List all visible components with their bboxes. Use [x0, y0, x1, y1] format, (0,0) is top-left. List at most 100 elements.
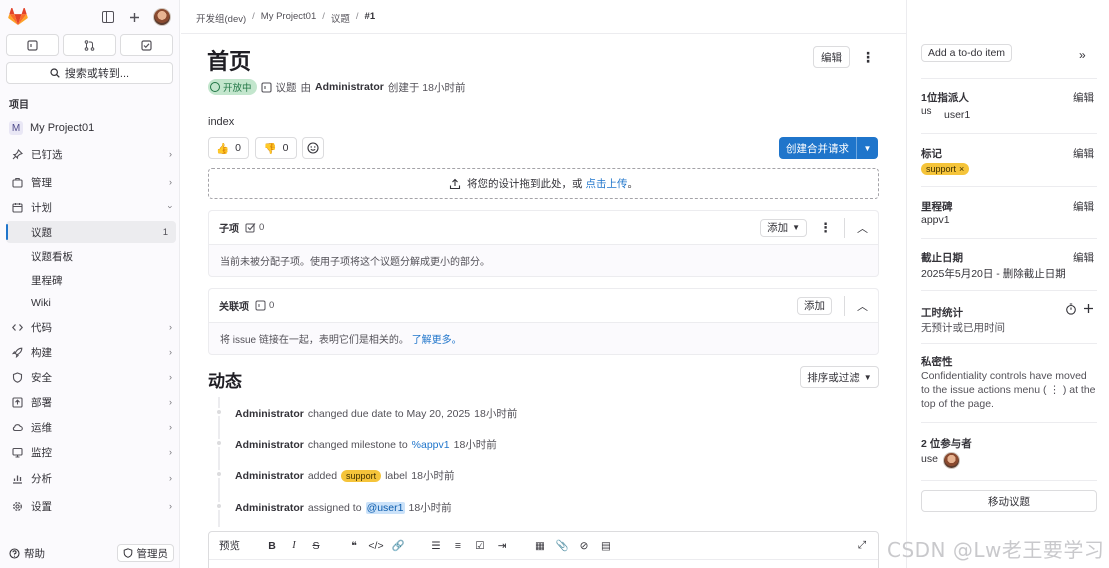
issues-count-badge: 1	[162, 226, 168, 238]
participant-text[interactable]: use	[921, 453, 938, 465]
sidebar-search-button[interactable]: 搜索或转到...	[6, 62, 173, 84]
breadcrumb-issues[interactable]: 议题	[331, 11, 350, 25]
sidebar-item-issues[interactable]: 议题 1	[6, 221, 176, 243]
sidebar-item-pinned[interactable]: 已钉选 ›	[6, 143, 176, 165]
toggle-sidebar-icon[interactable]	[101, 10, 115, 24]
breadcrumb-project[interactable]: My Project01	[261, 11, 316, 25]
sidebar-item-security[interactable]: 安全 ›	[6, 366, 176, 388]
thumbs-up-button[interactable]: 👍 0	[208, 137, 249, 159]
chevron-right-icon: ›	[169, 473, 172, 483]
label-badge[interactable]: support ×	[921, 163, 970, 175]
add-linked-item-button[interactable]: 添加	[797, 296, 832, 315]
participant-avatar[interactable]	[943, 452, 960, 469]
create-merge-request-button[interactable]: 创建合并请求	[779, 137, 856, 159]
briefcase-icon	[10, 177, 24, 188]
issue-author[interactable]: Administrator	[315, 81, 384, 93]
merge-requests-count-button[interactable]	[63, 34, 116, 56]
sidebar-item-settings[interactable]: 设置 ›	[6, 495, 176, 517]
breadcrumb-current[interactable]: #1	[365, 11, 376, 25]
labels-edit-link[interactable]: 编辑	[1073, 146, 1094, 161]
sidebar-project[interactable]: M My Project01	[0, 117, 179, 139]
add-time-plus-icon[interactable]	[1083, 303, 1094, 317]
help-button[interactable]: 帮助	[9, 546, 45, 561]
move-issue-button[interactable]: 移动议题	[921, 490, 1097, 512]
assignee-name[interactable]: user1	[944, 109, 970, 121]
collapse-sidebar-icon[interactable]: »	[1079, 48, 1086, 62]
child-items-menu-icon[interactable]: ⋮	[819, 220, 832, 236]
todo-count-button[interactable]	[120, 34, 173, 56]
milestone-edit-link[interactable]: 编辑	[1073, 199, 1094, 214]
italic-icon[interactable]: I	[288, 540, 300, 551]
event-user[interactable]: Administrator	[235, 470, 304, 482]
sidebar-item-manage[interactable]: 管理 ›	[6, 171, 176, 193]
milestone-link[interactable]: %appv1	[412, 439, 450, 451]
linked-items-header: 关联项 0 添加 ︿	[209, 289, 878, 323]
event-user[interactable]: Administrator	[235, 408, 304, 420]
table-icon[interactable]: ▦	[534, 540, 546, 552]
task-list-icon[interactable]: ☑	[474, 540, 486, 552]
sidebar-item-label: 已钉选	[31, 148, 63, 161]
numbered-list-icon[interactable]: ≡	[452, 540, 464, 552]
sidebar-item-code[interactable]: 代码 ›	[6, 316, 176, 338]
remove-label-icon[interactable]: ×	[959, 164, 964, 174]
sidebar-item-monitor[interactable]: 监控 ›	[6, 441, 176, 463]
edit-issue-button[interactable]: 编辑	[813, 46, 850, 68]
admin-area-button[interactable]: 管理员	[116, 544, 174, 562]
sidebar-item-label: Wiki	[31, 297, 51, 309]
milestone-value[interactable]: appv1	[921, 214, 950, 226]
time-tracking-title: 工时统计	[921, 307, 963, 319]
user-avatar[interactable]	[153, 8, 171, 26]
sidebar-item-build[interactable]: 构建 ›	[6, 341, 176, 363]
label-badge[interactable]: support	[341, 469, 382, 482]
attach-file-icon[interactable]: 📎	[555, 539, 568, 552]
chevron-up-icon[interactable]: ︿	[857, 220, 868, 236]
due-date-edit-link[interactable]: 编辑	[1073, 250, 1094, 265]
add-reaction-button[interactable]	[302, 137, 324, 159]
divider	[921, 290, 1097, 291]
link-icon[interactable]: 🔗	[391, 539, 404, 552]
deploy-icon	[10, 396, 24, 408]
event-user[interactable]: Administrator	[235, 439, 304, 451]
thumbs-down-button[interactable]: 👎 0	[255, 137, 297, 159]
sidebar-item-plan[interactable]: 计划 ›	[6, 196, 176, 218]
fullscreen-icon[interactable]: ⤢	[856, 539, 868, 552]
chevron-up-icon[interactable]: ︿	[857, 298, 868, 314]
breadcrumb-separator: /	[252, 11, 255, 22]
quote-icon[interactable]: ❝	[348, 540, 360, 552]
issue-created-time: 创建于 18小时前	[387, 81, 466, 94]
sidebar-item-deploy[interactable]: 部署 ›	[6, 391, 176, 413]
assignee-avatar[interactable]: us	[921, 106, 941, 117]
bullet-list-icon[interactable]: ☰	[430, 540, 442, 552]
bold-icon[interactable]: B	[266, 540, 278, 552]
issues-count-button[interactable]	[6, 34, 59, 56]
event-time: 18小时前	[453, 439, 497, 451]
upload-link[interactable]: 点击上传	[585, 178, 627, 190]
sidebar-item-wiki[interactable]: Wiki	[6, 292, 176, 314]
indent-icon[interactable]: ⇥	[496, 540, 508, 552]
add-todo-button[interactable]: Add a to-do item	[921, 44, 1013, 62]
comment-template-icon[interactable]: ▤	[600, 540, 612, 552]
gitlab-logo-icon[interactable]	[8, 8, 28, 26]
create-merge-request-dropdown[interactable]: ▼	[856, 137, 878, 159]
assignee-edit-link[interactable]: 编辑	[1073, 90, 1094, 105]
strikethrough-icon[interactable]: S	[310, 540, 322, 552]
issue-actions-menu-icon[interactable]: ⋮	[861, 50, 875, 64]
create-new-plus-icon[interactable]	[127, 10, 141, 24]
code-icon[interactable]: </>	[368, 540, 383, 552]
preview-tab[interactable]: 预览	[219, 538, 240, 553]
stopwatch-icon[interactable]	[1065, 303, 1077, 318]
design-upload-dropzone[interactable]: 将您的设计拖到此处，或 点击上传。	[208, 168, 879, 199]
sidebar-item-milestones[interactable]: 里程碑	[6, 269, 176, 291]
add-child-item-button[interactable]: 添加 ▼	[760, 218, 807, 237]
quick-action-icon[interactable]: ⊘	[578, 540, 590, 552]
due-date-value[interactable]: 2025年5月20日 - 删除截止日期	[921, 266, 1066, 281]
user-mention[interactable]: @user1	[365, 501, 405, 514]
timeline-dot	[215, 408, 223, 416]
sidebar-item-issue-boards[interactable]: 议题看板	[6, 245, 176, 267]
sort-filter-dropdown[interactable]: 排序或过滤 ▼	[800, 366, 879, 388]
learn-more-link[interactable]: 了解更多。	[412, 331, 462, 346]
sidebar-item-analyze[interactable]: 分析 ›	[6, 467, 176, 489]
event-user[interactable]: Administrator	[235, 502, 304, 514]
sidebar-item-operate[interactable]: 运维 ›	[6, 416, 176, 438]
breadcrumb-group[interactable]: 开发组(dev)	[196, 11, 246, 25]
